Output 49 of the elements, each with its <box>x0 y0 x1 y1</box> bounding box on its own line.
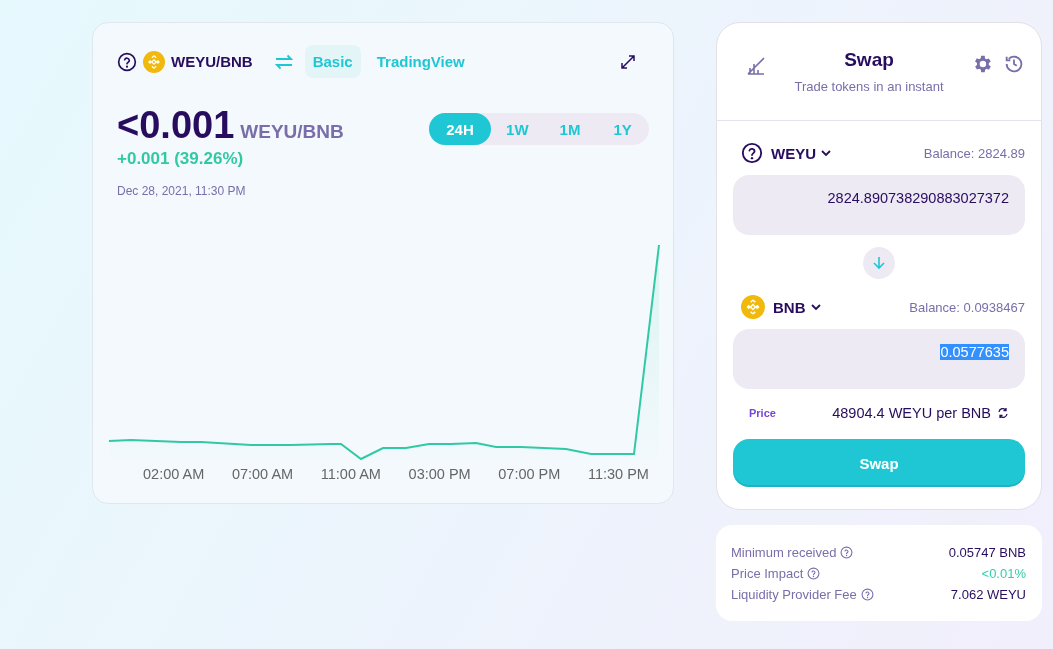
range-tab[interactable]: 1Y <box>596 113 649 145</box>
arrow-down-icon <box>872 256 886 270</box>
chart-tab[interactable]: TradingView <box>368 45 473 78</box>
help-icon <box>807 567 821 580</box>
detail-value: 7.062 WEYU <box>950 587 1026 602</box>
token-selector[interactable]: BNB <box>773 298 821 316</box>
help-icon <box>860 588 874 601</box>
chevron-icon <box>821 149 831 157</box>
price-date: Dec 28, 2021, 11:30 PM <box>117 184 247 198</box>
card-subtitle: Trade tokens in an instant <box>793 79 945 94</box>
chart-tab[interactable]: Basic <box>304 45 361 78</box>
swap-button[interactable]: Swap <box>733 439 1025 487</box>
balance-text: Balance: 0.0938467 <box>909 299 1025 315</box>
expand-icon[interactable] <box>621 54 635 69</box>
axis-label: 11:00 AM <box>320 466 381 482</box>
detail-value: 0.05747 BNB <box>948 545 1026 560</box>
chevron-icon <box>810 303 821 311</box>
axis-label: 11:30 PM <box>587 466 649 482</box>
detail-label: Liquidity Provider Fee <box>731 587 857 602</box>
axis-label: 07:00 PM <box>498 466 561 482</box>
detail-label: Minimum received <box>731 545 837 560</box>
price-rate: 48904.4 WEYU per BNB <box>831 405 991 421</box>
switch-direction-button[interactable] <box>863 247 895 279</box>
coin-icon <box>741 295 765 319</box>
refresh-icon[interactable] <box>997 407 1009 419</box>
help-icon <box>840 546 854 559</box>
coin-icon <box>143 50 165 73</box>
balance-text: Balance: 2824.89 <box>923 145 1025 161</box>
amount-field[interactable]: 2824.890738290883027372 <box>733 175 1025 235</box>
price-change: +0.001 (39.26%) <box>117 149 245 169</box>
price-pair: WEYU/BNB <box>240 121 344 142</box>
pair-title: WEYU/BNB <box>171 53 253 70</box>
amount-field[interactable]: 0.0577635 <box>733 329 1025 389</box>
chart-off-icon[interactable] <box>745 55 767 77</box>
price-label: Price <box>749 407 777 419</box>
axis-label: 03:00 PM <box>408 466 471 482</box>
axis-label: 07:00 AM <box>231 466 294 482</box>
price-value: <0.001 <box>117 104 235 146</box>
range-tab[interactable]: 24H <box>429 113 491 145</box>
help-icon <box>741 142 763 164</box>
card-title: Swap <box>843 49 895 71</box>
token-selector[interactable]: WEYU <box>771 144 831 162</box>
help-icon <box>117 51 137 72</box>
range-tab[interactable]: 1W <box>491 113 544 145</box>
detail-value: <0.01% <box>981 566 1026 581</box>
axis-label: 02:00 AM <box>143 466 205 482</box>
detail-label: Price Impact <box>731 566 804 581</box>
range-tab[interactable]: 1M <box>543 113 597 145</box>
history-icon[interactable] <box>1003 53 1025 75</box>
